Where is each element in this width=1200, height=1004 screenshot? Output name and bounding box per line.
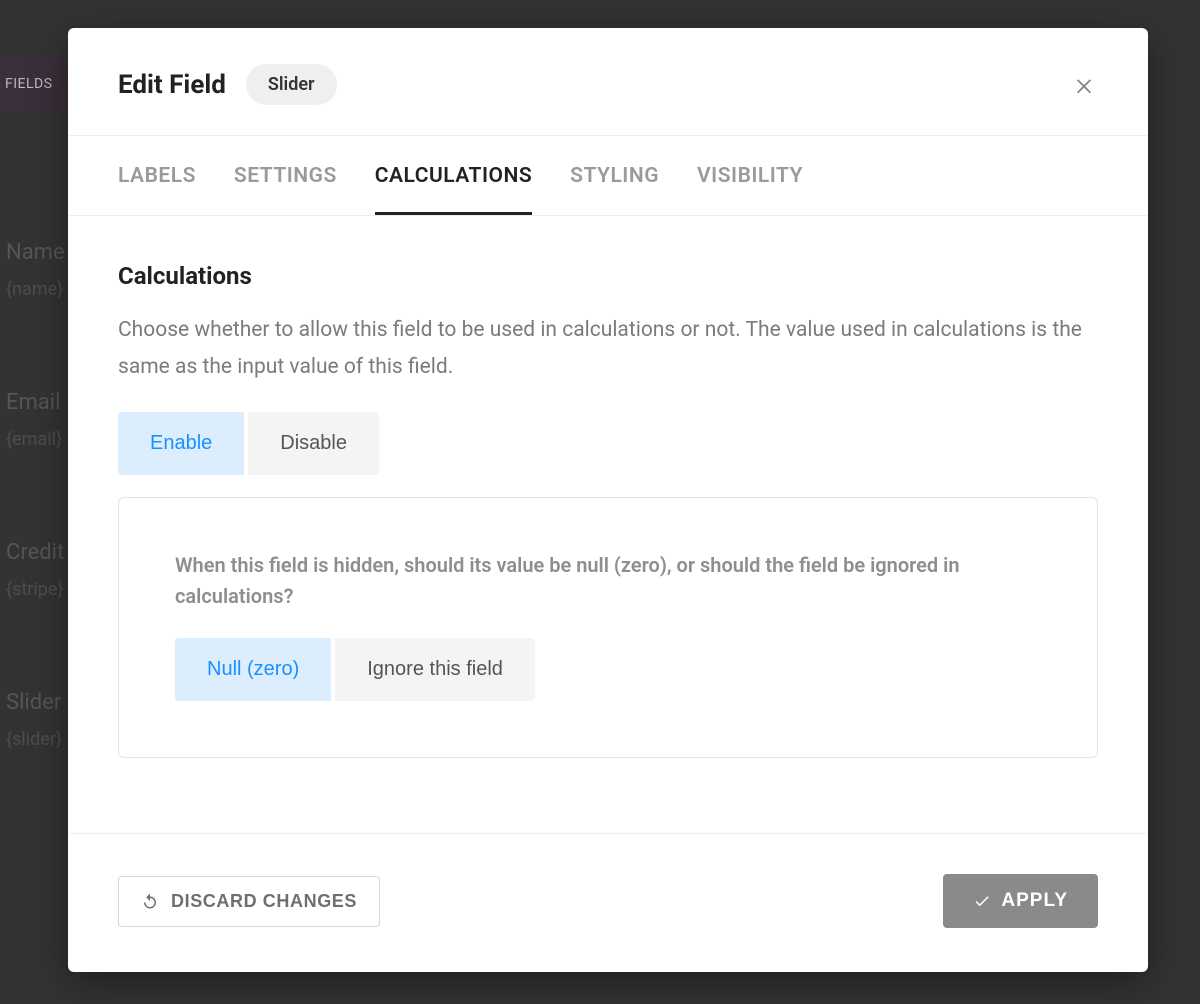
tab-labels[interactable]: LABELS [118, 136, 196, 215]
null-zero-option[interactable]: Null (zero) [175, 638, 331, 701]
hidden-behavior-toggle: Null (zero) Ignore this field [175, 638, 535, 701]
list-item: Credit {stripe} [6, 540, 76, 600]
discard-changes-button[interactable]: DISCARD CHANGES [118, 876, 380, 927]
modal-header: Edit Field Slider [68, 28, 1148, 136]
hidden-behavior-question: When this field is hidden, should its va… [175, 550, 995, 612]
modal-footer: DISCARD CHANGES APPLY [68, 833, 1148, 972]
tab-styling[interactable]: STYLING [570, 136, 659, 215]
field-label: Name [6, 240, 76, 265]
section-description: Choose whether to allow this field to be… [118, 312, 1098, 386]
field-type-pill: Slider [246, 64, 337, 105]
tab-calculations[interactable]: CALCULATIONS [375, 136, 532, 215]
section-heading: Calculations [118, 262, 1098, 290]
list-item: Name {name} [6, 240, 76, 300]
modal-title: Edit Field [118, 70, 226, 100]
field-label: Credit [6, 540, 76, 565]
edit-field-modal: Edit Field Slider LABELS SETTINGS CALCUL… [68, 28, 1148, 972]
enable-toggle: Enable Disable [118, 412, 379, 475]
tab-visibility[interactable]: VISIBILITY [697, 136, 803, 215]
list-item: Slider {slider} [6, 690, 76, 750]
field-token: {stripe} [6, 579, 76, 600]
apply-button[interactable]: APPLY [943, 874, 1098, 928]
field-token: {slider} [6, 729, 76, 750]
hidden-behavior-panel: When this field is hidden, should its va… [118, 497, 1098, 758]
sidebar-tab-fields[interactable]: FIELDS [0, 56, 70, 111]
field-token: {email} [6, 429, 76, 450]
ignore-field-option[interactable]: Ignore this field [335, 638, 535, 701]
list-item: Email {email} [6, 390, 76, 450]
apply-label: APPLY [1001, 890, 1068, 912]
modal-tabs: LABELS SETTINGS CALCULATIONS STYLING VIS… [68, 136, 1148, 216]
field-token: {name} [6, 279, 76, 300]
close-icon [1073, 74, 1095, 96]
enable-option[interactable]: Enable [118, 412, 244, 475]
field-label: Slider [6, 690, 76, 715]
disable-option[interactable]: Disable [248, 412, 379, 475]
field-label: Email [6, 390, 76, 415]
close-button[interactable] [1070, 71, 1098, 99]
tab-settings[interactable]: SETTINGS [234, 136, 337, 215]
modal-body: Calculations Choose whether to allow thi… [68, 216, 1148, 833]
discard-label: DISCARD CHANGES [171, 891, 357, 912]
background-field-list: Name {name} Email {email} Credit {stripe… [6, 240, 76, 840]
undo-icon [141, 892, 159, 910]
check-icon [973, 892, 991, 910]
